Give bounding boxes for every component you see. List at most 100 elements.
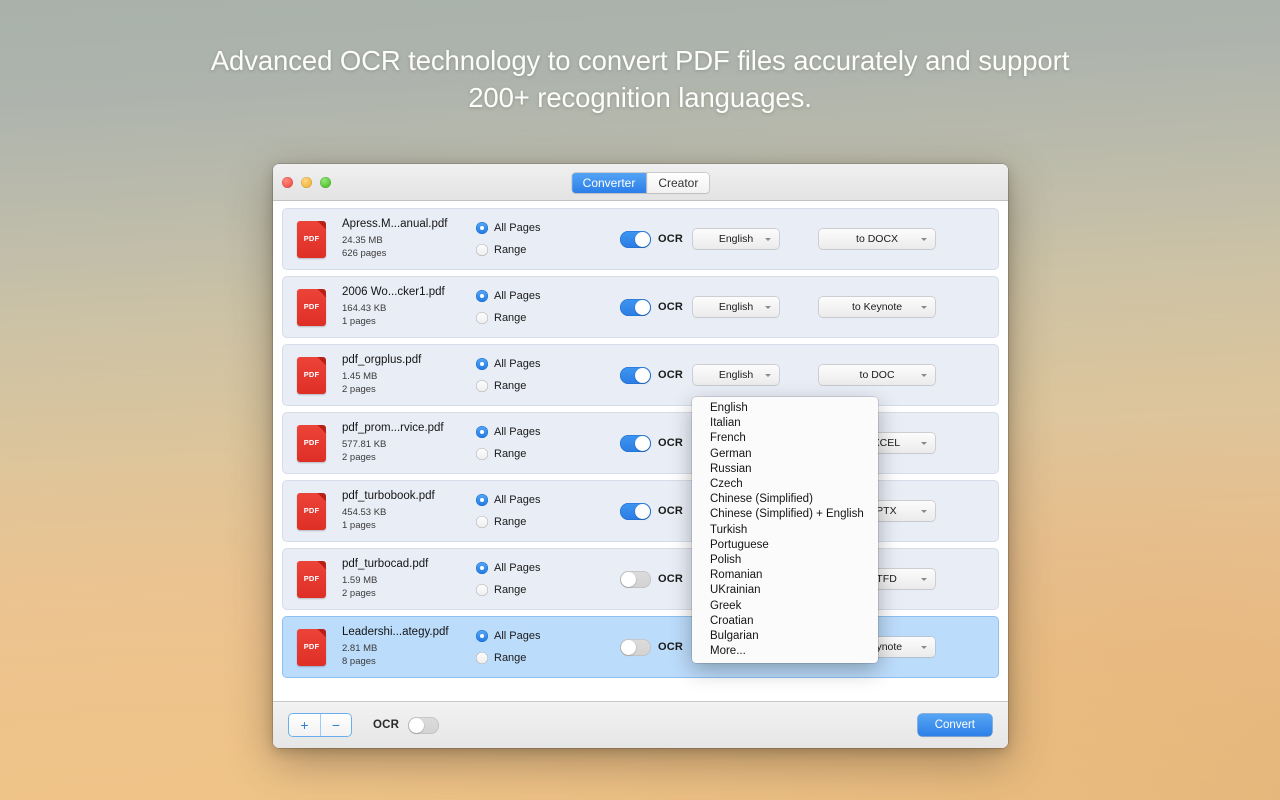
tab-creator[interactable]: Creator [646, 173, 710, 193]
radio-range[interactable]: Range [476, 445, 572, 463]
radio-all-pages[interactable]: All Pages [476, 287, 572, 305]
language-menu-item[interactable]: Turkish [692, 523, 878, 538]
page-range-radios: All Pages Range [476, 351, 572, 399]
radio-all-pages[interactable]: All Pages [476, 423, 572, 441]
chevron-down-icon [921, 305, 928, 309]
row-ocr-toggle[interactable] [620, 570, 651, 588]
radio-all-pages-indicator[interactable] [476, 290, 488, 302]
radio-range-indicator[interactable] [476, 312, 488, 324]
global-ocr-label: OCR [373, 719, 400, 731]
convert-button[interactable]: Convert [917, 714, 992, 736]
language-menu-item[interactable]: German [692, 447, 878, 462]
add-file-button[interactable]: + [289, 714, 320, 736]
language-menu-item[interactable]: More... [692, 644, 878, 659]
file-row[interactable]: PDF 2006 Wo...cker1.pdf 164.43 KB 1 pages Al… [282, 276, 999, 338]
language-menu-item[interactable]: French [692, 431, 878, 446]
minimize-button[interactable] [301, 176, 312, 188]
radio-range-indicator[interactable] [476, 516, 488, 528]
radio-range-indicator[interactable] [476, 244, 488, 256]
row-ocr-toggle[interactable] [620, 638, 651, 656]
file-name: pdf_orgplus.pdf [342, 354, 422, 366]
radio-range[interactable]: Range [476, 649, 572, 667]
radio-range-indicator[interactable] [476, 448, 488, 460]
language-menu-item[interactable]: Chinese (Simplified) [692, 492, 878, 507]
pdf-file-icon: PDF [297, 356, 326, 394]
radio-range-indicator[interactable] [476, 380, 488, 392]
radio-all-pages-indicator[interactable] [476, 426, 488, 438]
language-menu-item[interactable]: Greek [692, 599, 878, 614]
file-row[interactable]: PDF Leadershi...ategy.pdf 2.81 MB 8 pages Al… [282, 616, 999, 678]
language-dropdown[interactable]: English [693, 365, 780, 385]
file-name: Leadershi...ategy.pdf [342, 626, 449, 638]
radio-range[interactable]: Range [476, 309, 572, 327]
pdf-icon-label: PDF [303, 233, 320, 243]
language-menu-item[interactable]: Chinese (Simplified) + English [692, 507, 878, 522]
global-ocr-toggle[interactable] [408, 716, 440, 734]
radio-all-pages[interactable]: All Pages [476, 355, 572, 373]
radio-range[interactable]: Range [476, 241, 572, 259]
page-range-radios: All Pages Range [476, 419, 572, 467]
file-row[interactable]: PDF pdf_prom...rvice.pdf 577.81 KB 2 pages A… [282, 412, 999, 474]
language-menu-item[interactable]: Bulgarian [692, 629, 878, 644]
mode-segmented-control[interactable]: Converter Creator [571, 173, 710, 193]
language-menu-item[interactable]: Polish [692, 553, 878, 568]
zoom-button[interactable] [320, 176, 331, 188]
row-ocr-toggle[interactable] [620, 502, 651, 520]
language-dropdown-menu[interactable]: English Italian French German Russian Czech Ch… [692, 397, 878, 664]
file-page-count: 8 pages [342, 656, 376, 667]
language-dropdown-value: English [718, 233, 754, 245]
radio-range[interactable]: Range [476, 581, 572, 599]
language-menu-item[interactable]: Russian [692, 462, 878, 477]
row-ocr-control: OCR [620, 230, 683, 248]
file-row[interactable]: PDF Apress.M...anual.pdf 24.35 MB 626 pages… [282, 208, 999, 270]
remove-file-button[interactable]: − [320, 714, 351, 736]
row-ocr-toggle[interactable] [620, 434, 651, 452]
close-button[interactable] [282, 176, 293, 188]
radio-all-pages[interactable]: All Pages [476, 491, 572, 509]
radio-all-pages[interactable]: All Pages [476, 219, 572, 237]
output-format-dropdown[interactable]: to DOC [819, 365, 936, 385]
pdf-icon-label: PDF [303, 573, 320, 583]
output-format-dropdown[interactable]: to DOCX [819, 229, 936, 249]
row-ocr-control: OCR [620, 434, 683, 452]
radio-all-pages-indicator[interactable] [476, 562, 488, 574]
radio-range[interactable]: Range [476, 377, 572, 395]
language-menu-item[interactable]: Italian [692, 416, 878, 431]
add-remove-control[interactable]: + − [289, 714, 351, 736]
radio-all-pages[interactable]: All Pages [476, 559, 572, 577]
language-menu-item[interactable]: Romanian [692, 568, 878, 583]
pdf-file-icon: PDF [297, 628, 326, 666]
radio-all-pages-indicator[interactable] [476, 358, 488, 370]
language-dropdown[interactable]: English [693, 297, 780, 317]
radio-range-indicator[interactable] [476, 652, 488, 664]
file-row[interactable]: PDF pdf_turbocad.pdf 1.59 MB 2 pages All Pag… [282, 548, 999, 610]
pdf-file-icon: PDF [297, 288, 326, 326]
row-ocr-toggle[interactable] [620, 230, 651, 248]
radio-all-pages-indicator[interactable] [476, 494, 488, 506]
row-ocr-toggle[interactable] [620, 366, 651, 384]
row-ocr-control: OCR [620, 638, 683, 656]
language-menu-item[interactable]: Portuguese [692, 538, 878, 553]
chevron-down-icon [921, 237, 928, 241]
row-ocr-toggle[interactable] [620, 298, 651, 316]
file-row[interactable]: PDF pdf_turbobook.pdf 454.53 KB 1 pages All … [282, 480, 999, 542]
radio-range[interactable]: Range [476, 513, 572, 531]
page-range-radios: All Pages Range [476, 623, 572, 671]
tab-converter[interactable]: Converter [571, 173, 647, 193]
language-menu-item[interactable]: Czech [692, 477, 878, 492]
radio-range-indicator[interactable] [476, 584, 488, 596]
file-row[interactable]: PDF pdf_orgplus.pdf 1.45 MB 2 pages All Page… [282, 344, 999, 406]
file-meta: Apress.M...anual.pdf 24.35 MB 626 pages [342, 218, 470, 260]
output-format-dropdown[interactable]: to Keynote [819, 297, 936, 317]
file-page-count: 2 pages [342, 384, 376, 395]
language-menu-item[interactable]: English [692, 401, 878, 416]
language-dropdown[interactable]: English [693, 229, 780, 249]
file-size: 577.81 KB [342, 439, 387, 450]
pdf-icon-label: PDF [303, 437, 320, 447]
language-menu-item[interactable]: Croatian [692, 614, 878, 629]
radio-range-label: Range [494, 516, 527, 528]
language-menu-item[interactable]: UKrainian [692, 583, 878, 598]
radio-all-pages-indicator[interactable] [476, 222, 488, 234]
radio-all-pages[interactable]: All Pages [476, 627, 572, 645]
radio-all-pages-indicator[interactable] [476, 630, 488, 642]
